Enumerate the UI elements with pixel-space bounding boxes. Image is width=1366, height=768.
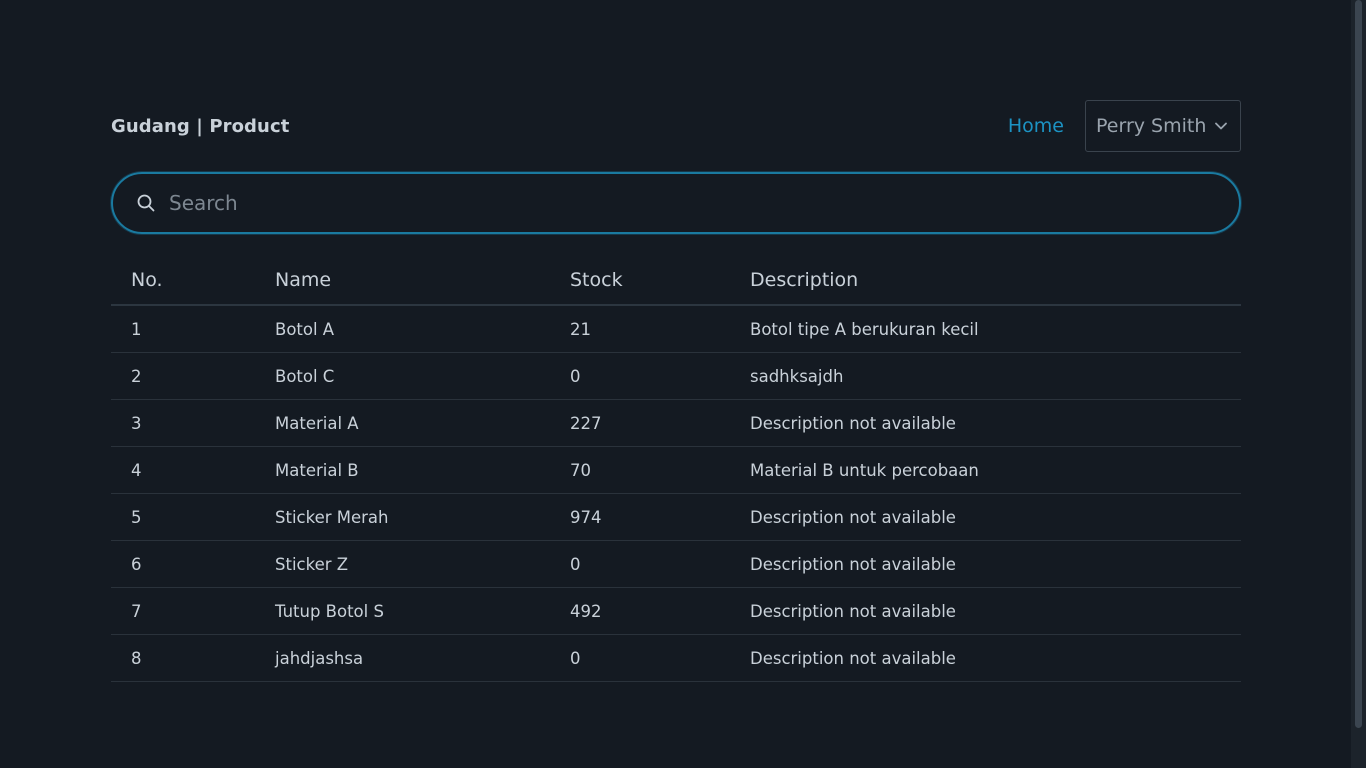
page: Gudang | Product Home Perry Smith Search… [0,0,1366,768]
scrollbar-thumb[interactable] [1355,0,1362,728]
table-row[interactable]: 3 Material A 227 Description not availab… [111,399,1241,447]
table-header: No. Name Stock Description [111,256,1241,306]
cell-no: 5 [111,493,255,541]
cell-description: Botol tipe A berukuran kecil [730,305,1241,353]
header-no[interactable]: No. [111,256,255,306]
cell-stock: 0 [550,352,730,400]
cell-no: 8 [111,634,255,682]
user-dropdown[interactable]: Perry Smith [1085,100,1241,152]
cell-name: Botol A [255,305,550,353]
search-icon [135,192,157,214]
cell-description: Description not available [730,587,1241,635]
header-description[interactable]: Description [730,256,1241,306]
search-bar[interactable] [111,172,1241,234]
cell-stock: 21 [550,305,730,353]
cell-stock: 227 [550,399,730,447]
user-name: Perry Smith [1096,115,1207,137]
cell-description: sadhksajdh [730,352,1241,400]
cell-stock: 492 [550,587,730,635]
cell-description: Description not available [730,634,1241,682]
header-name[interactable]: Name [255,256,550,306]
cell-stock: 0 [550,634,730,682]
main-container: Gudang | Product Home Perry Smith Search… [111,100,1241,682]
cell-stock: 0 [550,540,730,588]
cell-stock: 974 [550,493,730,541]
cell-no: 6 [111,540,255,588]
cell-no: 7 [111,587,255,635]
cell-description: Description not available [730,493,1241,541]
table-row[interactable]: 7 Tutup Botol S 492 Description not avai… [111,587,1241,635]
table-body: 1 Botol A 21 Botol tipe A berukuran keci… [111,305,1241,682]
table-row[interactable]: 6 Sticker Z 0 Description not available [111,540,1241,588]
product-table: No. Name Stock Description 1 Botol A 21 … [111,256,1241,682]
cell-name: Material B [255,446,550,494]
table-row[interactable]: 8 jahdjashsa 0 Description not available [111,634,1241,682]
vertical-scrollbar[interactable] [1351,0,1366,768]
cell-name: Sticker Z [255,540,550,588]
header-nav: Home Perry Smith [1008,100,1241,152]
cell-name: Tutup Botol S [255,587,550,635]
header-stock[interactable]: Stock [550,256,730,306]
table-row[interactable]: 5 Sticker Merah 974 Description not avai… [111,493,1241,541]
search-input[interactable] [167,182,1171,224]
chevron-down-icon [1214,119,1228,133]
table-row[interactable]: 4 Material B 70 Material B untuk percoba… [111,446,1241,494]
cell-description: Material B untuk percobaan [730,446,1241,494]
cell-no: 3 [111,399,255,447]
table-row[interactable]: 1 Botol A 21 Botol tipe A berukuran keci… [111,305,1241,353]
cell-description: Description not available [730,399,1241,447]
cell-stock: 70 [550,446,730,494]
cell-name: jahdjashsa [255,634,550,682]
header: Gudang | Product Home Perry Smith [111,100,1241,152]
cell-name: Botol C [255,352,550,400]
home-link[interactable]: Home [1008,115,1064,137]
cell-no: 2 [111,352,255,400]
cell-no: 4 [111,446,255,494]
table-header-row: No. Name Stock Description [111,256,1241,306]
cell-no: 1 [111,305,255,353]
cell-description: Description not available [730,540,1241,588]
cell-name: Material A [255,399,550,447]
cell-name: Sticker Merah [255,493,550,541]
brand-title: Gudang | Product [111,115,290,137]
table-row[interactable]: 2 Botol C 0 sadhksajdh [111,352,1241,400]
